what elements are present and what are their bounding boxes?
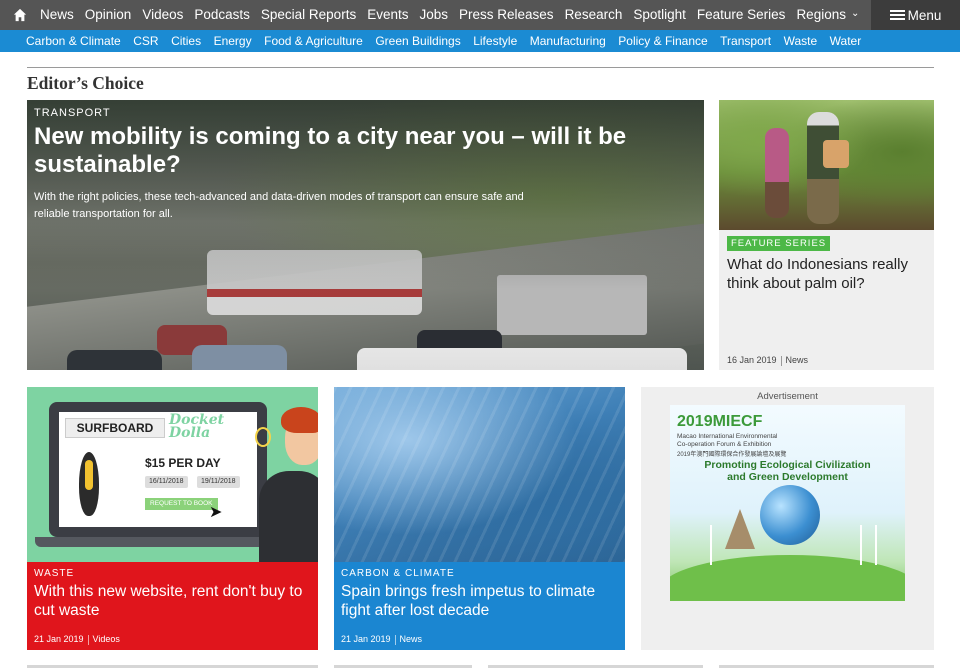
article-title[interactable]: With this new website, rent don't buy to…: [34, 582, 309, 620]
category-water[interactable]: Water: [830, 34, 862, 48]
image-basket: [823, 140, 849, 168]
feature-card-image: [719, 100, 934, 230]
category-food-agriculture[interactable]: Food & Agriculture: [264, 34, 363, 48]
nav-regions-dropdown[interactable]: Regions ⌄: [796, 0, 859, 30]
article-card-image: [334, 387, 625, 562]
category-navigation: Carbon & Climate CSR Cities Energy Food …: [0, 30, 960, 52]
nav-news[interactable]: News: [40, 0, 74, 30]
image-person: [765, 128, 789, 218]
image-laptop-screen: SURFBOARD Docket Dolla $15 PER DAY 16/11…: [59, 412, 257, 527]
hero-standfirst: With the right policies, these tech-adva…: [34, 191, 524, 220]
article-card-climate[interactable]: CARBON & CLIMATE Spain brings fresh impe…: [334, 387, 625, 650]
article-category[interactable]: WASTE: [34, 568, 74, 579]
category-lifestyle[interactable]: Lifestyle: [473, 34, 517, 48]
menu-button[interactable]: Menu: [871, 0, 960, 30]
category-green-buildings[interactable]: Green Buildings: [375, 34, 460, 48]
image-date-from: 16/11/2018: [145, 476, 188, 488]
feature-card-palm-oil[interactable]: FEATURE SERIES What do Indonesians reall…: [719, 100, 934, 370]
temple-icon: [725, 509, 755, 549]
poster-title: 2019MIECF: [677, 413, 763, 430]
category-waste[interactable]: Waste: [784, 34, 818, 48]
poster-tagline: and Green Development: [727, 471, 848, 483]
article-type: Videos: [92, 634, 120, 644]
chevron-down-icon: ⌄: [850, 8, 860, 19]
poster-landscape: [670, 555, 905, 601]
category-cities[interactable]: Cities: [171, 34, 201, 48]
advertisement: Advertisement 2019MIECF Macao Internatio…: [641, 387, 934, 650]
article-meta: 21 Jan 2019 Videos: [34, 634, 120, 645]
category-csr[interactable]: CSR: [133, 34, 158, 48]
cursor-icon: ➤: [209, 504, 223, 521]
article-card-caption: CARBON & CLIMATE Spain brings fresh impe…: [334, 562, 625, 650]
nav-spotlight[interactable]: Spotlight: [633, 0, 686, 30]
hero-article[interactable]: TRANSPORT New mobility is coming to a ci…: [27, 100, 704, 370]
image-laptop-base: [35, 537, 281, 547]
meta-separator: [394, 634, 396, 645]
section-title: Editor’s Choice: [27, 73, 144, 93]
nav-press-releases[interactable]: Press Releases: [459, 0, 554, 30]
article-date: 16 Jan 2019: [727, 355, 777, 365]
poster-tagline: Promoting Ecological Civilization: [704, 459, 871, 471]
poster-subtitle: Co-operation Forum & Exhibition: [677, 441, 772, 448]
hero-headline[interactable]: New mobility is coming to a city near yo…: [34, 123, 634, 179]
nav-research[interactable]: Research: [565, 0, 623, 30]
advertisement-label: Advertisement: [757, 391, 818, 402]
nav-feature-series[interactable]: Feature Series: [697, 0, 786, 30]
top-navigation: News Opinion Videos Podcasts Special Rep…: [0, 0, 960, 30]
category-energy[interactable]: Energy: [214, 34, 252, 48]
globe-icon: [760, 485, 820, 545]
category-transport[interactable]: Transport: [720, 34, 771, 48]
home-icon: [13, 8, 27, 22]
surfboard-icon: [79, 452, 99, 516]
nav-opinion[interactable]: Opinion: [85, 0, 132, 30]
nav-special-reports[interactable]: Special Reports: [261, 0, 356, 30]
article-title[interactable]: Spain brings fresh impetus to climate fi…: [341, 582, 616, 620]
image-book-button: REQUEST TO BOOK: [145, 498, 218, 510]
image-price: $15 PER DAY: [145, 456, 221, 470]
wind-turbine-icon: [875, 525, 877, 565]
article-type: News: [399, 634, 423, 644]
advertisement-banner[interactable]: 2019MIECF Macao International Environmen…: [670, 405, 905, 601]
feature-card-title[interactable]: What do Indonesians really think about p…: [727, 255, 927, 293]
feature-series-badge[interactable]: FEATURE SERIES: [727, 236, 831, 251]
wind-turbine-icon: [860, 525, 862, 565]
image-laptop: SURFBOARD Docket Dolla $15 PER DAY 16/11…: [49, 402, 267, 537]
article-type: News: [785, 355, 809, 365]
nav-videos[interactable]: Videos: [142, 0, 183, 30]
image-man-body: [259, 471, 318, 571]
hamburger-icon: [889, 8, 905, 22]
poster-subtitle-chinese: 2019年澳門國際環保合作發展論壇及展覽: [677, 452, 787, 458]
category-policy-finance[interactable]: Policy & Finance: [618, 34, 707, 48]
hero-category[interactable]: TRANSPORT: [34, 107, 111, 119]
menu-label: Menu: [907, 7, 942, 23]
nav-jobs[interactable]: Jobs: [419, 0, 448, 30]
wind-turbine-icon: [710, 525, 712, 565]
image-person: [807, 112, 839, 224]
article-card-waste[interactable]: SURFBOARD Docket Dolla $15 PER DAY 16/11…: [27, 387, 318, 650]
lightbulb-icon: [255, 427, 271, 447]
category-manufacturing[interactable]: Manufacturing: [530, 34, 606, 48]
image-man-hair: [281, 407, 318, 433]
article-category[interactable]: CARBON & CLIMATE: [341, 568, 455, 579]
image-surfboard-label: SURFBOARD: [65, 418, 165, 438]
article-date: 21 Jan 2019: [34, 634, 84, 644]
poster-subtitle: Macao International Environmental: [677, 433, 778, 440]
category-carbon-climate[interactable]: Carbon & Climate: [26, 34, 121, 48]
nav-podcasts[interactable]: Podcasts: [194, 0, 250, 30]
article-card-image: SURFBOARD Docket Dolla $15 PER DAY 16/11…: [27, 387, 318, 571]
image-brand-logo: Docket Dolla: [169, 412, 225, 441]
article-card-caption: WASTE With this new website, rent don't …: [27, 562, 318, 650]
nav-events[interactable]: Events: [367, 0, 408, 30]
meta-separator: [87, 634, 89, 645]
home-link[interactable]: [0, 0, 40, 30]
image-date-to: 19/11/2018: [197, 476, 240, 488]
nav-regions-label: Regions: [796, 7, 846, 22]
meta-separator: [780, 355, 782, 366]
article-date: 21 Jan 2019: [341, 634, 391, 644]
section-divider: [27, 67, 934, 68]
article-meta: 21 Jan 2019 News: [341, 634, 422, 645]
feature-card-meta: 16 Jan 2019 News: [727, 355, 808, 366]
